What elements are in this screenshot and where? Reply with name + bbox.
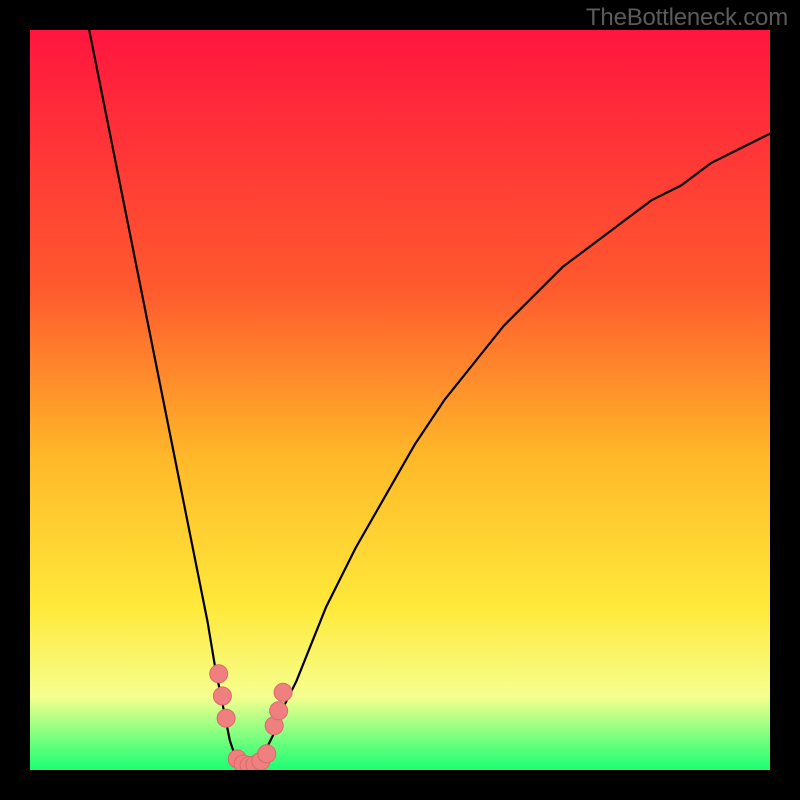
- watermark-label: TheBottleneck.com: [586, 4, 788, 32]
- chart-frame: TheBottleneck.com: [0, 0, 800, 800]
- gradient-bg: [30, 30, 770, 770]
- chart-svg: [30, 30, 770, 770]
- plot-area: [30, 30, 770, 770]
- marker-bottom-f: [258, 745, 276, 763]
- marker-left-cluster-b: [213, 687, 231, 705]
- marker-left-cluster-c: [217, 709, 235, 727]
- marker-right-cluster-c: [274, 683, 292, 701]
- marker-left-cluster-a: [210, 665, 228, 683]
- marker-right-cluster-b: [270, 702, 288, 720]
